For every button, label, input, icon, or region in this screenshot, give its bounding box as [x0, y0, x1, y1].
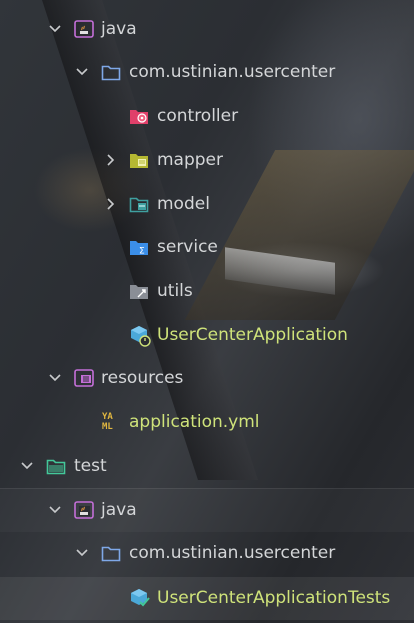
tree-item-label: service — [157, 237, 218, 257]
package-folder-icon — [101, 62, 121, 82]
tree-item-controller[interactable]: controller — [0, 95, 414, 138]
yaml-file-icon: YA ML — [102, 412, 113, 432]
tree-item-label: resources — [101, 368, 184, 388]
chevron-down-icon[interactable] — [74, 64, 90, 80]
tree-item-mapper[interactable]: mapper — [0, 139, 414, 182]
resources-folder-icon — [74, 368, 94, 388]
tree-item-label: java — [101, 500, 137, 520]
chevron-down-icon[interactable] — [47, 370, 63, 386]
service-folder-icon: Σ — [129, 237, 149, 257]
tree-item-resources[interactable]: resources — [0, 357, 414, 400]
model-folder-icon — [129, 194, 149, 214]
chevron-down-icon[interactable] — [74, 545, 90, 561]
tree-item-package[interactable]: com.ustinian.usercenter — [0, 51, 414, 94]
tree-item-application-yml[interactable]: YA ML application.yml — [0, 401, 414, 444]
tree-item-label: UserCenterApplication — [157, 325, 348, 345]
tree-item-label: controller — [157, 106, 239, 126]
spring-test-class-icon — [129, 588, 150, 608]
tree-item-label: utils — [157, 281, 193, 301]
tree-item-label: java — [101, 19, 137, 39]
project-tree: java com.ustinian.usercenter controller … — [0, 0, 414, 623]
tree-item-java-test[interactable]: java — [0, 488, 414, 532]
tree-item-usercenterapplicationtests[interactable]: UserCenterApplicationTests — [0, 577, 414, 620]
tree-item-label: UserCenterApplicationTests — [157, 588, 391, 608]
spring-app-class-icon — [129, 325, 151, 347]
tree-item-label: test — [74, 456, 107, 476]
tree-item-utils[interactable]: utils — [0, 270, 414, 313]
tree-item-label: model — [157, 194, 210, 214]
tree-item-java[interactable]: java — [0, 8, 414, 51]
tree-item-label: com.ustinian.usercenter — [129, 62, 336, 82]
tree-item-label: com.ustinian.usercenter — [129, 543, 336, 563]
tree-item-label: application.yml — [129, 412, 260, 432]
chevron-down-icon[interactable] — [47, 21, 63, 37]
java-source-folder-icon — [74, 19, 94, 39]
chevron-right-icon[interactable] — [103, 152, 119, 168]
mapper-folder-icon — [129, 150, 149, 170]
package-folder-icon — [101, 543, 121, 563]
tree-item-usercenterapplication[interactable]: UserCenterApplication — [0, 314, 414, 357]
chevron-right-icon[interactable] — [103, 196, 119, 212]
controller-folder-icon — [129, 106, 149, 126]
java-test-folder-icon — [74, 500, 94, 520]
tree-item-service[interactable]: Σ service — [0, 226, 414, 269]
tree-item-package-test[interactable]: com.ustinian.usercenter — [0, 532, 414, 575]
tree-item-model[interactable]: model — [0, 183, 414, 226]
chevron-down-icon[interactable] — [19, 458, 35, 474]
tree-item-test[interactable]: test — [0, 445, 414, 488]
test-folder-icon — [46, 456, 66, 476]
svg-text:Σ: Σ — [139, 247, 145, 257]
tree-item-label: mapper — [157, 150, 224, 170]
chevron-down-icon[interactable] — [47, 502, 63, 518]
utils-folder-icon — [129, 281, 149, 301]
